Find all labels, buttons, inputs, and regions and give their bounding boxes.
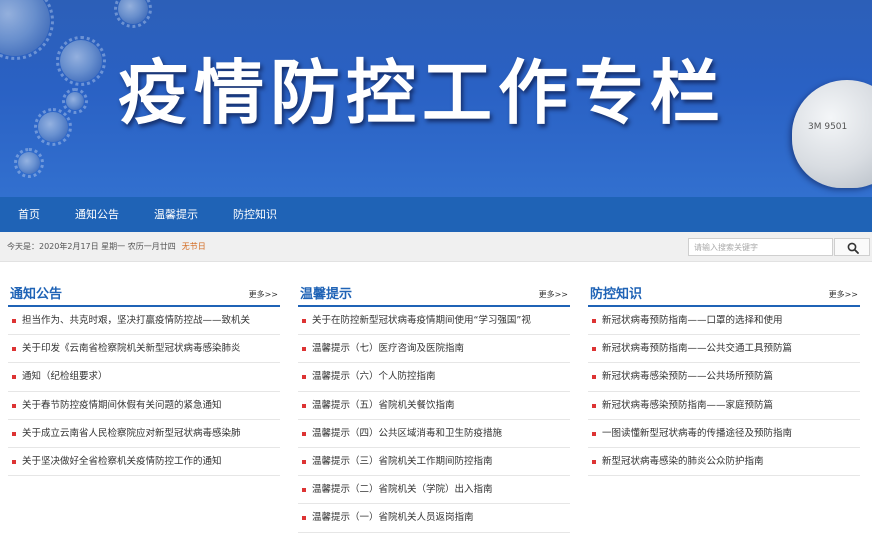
list-item[interactable]: 关于在防控新型冠状病毒疫情期间使用“学习强国”视 [298,307,570,336]
bullet-icon [302,347,306,352]
more-link[interactable]: 更多>> [829,289,858,300]
list-item[interactable]: 关于坚决做好全省检察机关疫情防控工作的通知 [8,448,280,477]
panel-header: 温馨提示 更多>> [298,280,570,307]
bullet-icon [302,431,306,436]
tips-panel: 温馨提示 更多>> 关于在防控新型冠状病毒疫情期间使用“学习强国”视 温馨提示（… [298,280,570,533]
bullet-icon [12,403,16,408]
list-item[interactable]: 担当作为、共克时艰，坚决打赢疫情防控战——致机关 [8,307,280,336]
notices-panel: 通知公告 更多>> 担当作为、共克时艰，坚决打赢疫情防控战——致机关 关于印发《… [8,280,280,477]
list-item[interactable]: 关于春节防控疫情期间休假有关问题的紧急通知 [8,392,280,420]
list-item[interactable]: 新冠状病毒预防指南——口罩的选择和使用 [588,307,860,336]
list-item[interactable]: 温馨提示（五）省院机关餐饮指南 [298,392,570,420]
virus-illustration [114,0,152,28]
list-item[interactable]: 新型冠状病毒感染的肺炎公众防护指南 [588,448,860,477]
virus-illustration [62,88,88,114]
bullet-icon [592,431,596,436]
search-input[interactable] [688,238,833,256]
bullet-icon [302,459,306,464]
more-link[interactable]: 更多>> [539,289,568,300]
bullet-icon [302,319,306,323]
knowledge-panel: 防控知识 更多>> 新冠状病毒预防指南——口罩的选择和使用 新冠状病毒预防指南—… [588,280,860,477]
nav-item-knowledge[interactable]: 防控知识 [233,197,277,232]
page-title: 疫情防控工作专栏 [118,52,726,134]
bullet-icon [12,375,16,380]
info-bar: 今天是：2020年2月17日 星期一 农历一月廿四 无节日 [0,232,872,262]
bullet-icon [302,375,306,380]
list-item[interactable]: 温馨提示（六）个人防控指南 [298,363,570,392]
list-item[interactable]: 新冠状病毒预防指南——公共交通工具预防篇 [588,335,860,364]
search-icon [847,242,859,254]
bullet-icon [12,347,16,352]
nav-item-notices[interactable]: 通知公告 [75,197,119,232]
bullet-icon [12,319,16,323]
more-link[interactable]: 更多>> [249,289,278,300]
tips-list: 关于在防控新型冠状病毒疫情期间使用“学习强国”视 温馨提示（七）医疗咨询及医院指… [298,307,570,533]
list-item[interactable]: 温馨提示（一）省院机关人员返岗指南 [298,504,570,533]
panel-header: 通知公告 更多>> [8,280,280,307]
nav-item-tips[interactable]: 温馨提示 [154,197,198,232]
bullet-icon [592,319,596,323]
date-label: 今天是：2020年2月17日 星期一 农历一月廿四 [7,242,176,251]
list-item[interactable]: 通知（纪检组要求） [8,363,280,392]
list-item[interactable]: 新冠状病毒感染预防——公共场所预防篇 [588,363,860,392]
bullet-icon [592,347,596,352]
nav-item-home[interactable]: 首页 [18,197,40,232]
panel-title: 防控知识 [590,287,643,302]
date-text: 今天是：2020年2月17日 星期一 农历一月廿四 无节日 [7,232,206,262]
list-item[interactable]: 关于印发《云南省检察院机关新型冠状病毒感染肺炎 [8,335,280,364]
list-item[interactable]: 关于成立云南省人民检察院应对新型冠状病毒感染肺 [8,420,280,448]
bullet-icon [12,459,16,464]
list-item[interactable]: 温馨提示（七）医疗咨询及医院指南 [298,335,570,364]
holiday-label: 无节日 [181,242,206,251]
bullet-icon [12,431,16,436]
virus-illustration [56,36,106,86]
bullet-icon [302,488,306,493]
main-nav: 首页 通知公告 温馨提示 防控知识 [0,197,872,232]
bullet-icon [592,459,596,464]
panel-title: 通知公告 [10,287,63,302]
list-item[interactable]: 一图读懂新型冠状病毒的传播途径及预防指南 [588,420,860,448]
search-button[interactable] [834,238,870,256]
bullet-icon [302,403,306,408]
bullet-icon [592,375,596,380]
list-item[interactable]: 温馨提示（三）省院机关工作期间防控指南 [298,448,570,477]
bullet-icon [592,403,596,408]
panel-header: 防控知识 更多>> [588,280,860,307]
virus-illustration [0,0,54,60]
face-mask-illustration: 3M 9501 [792,80,872,188]
panel-title: 温馨提示 [300,287,353,302]
list-item[interactable]: 温馨提示（二）省院机关（学院）出入指南 [298,476,570,505]
bullet-icon [302,516,306,521]
header-banner: 疫情防控工作专栏 3M 9501 [0,0,872,197]
notices-list: 担当作为、共克时艰，坚决打赢疫情防控战——致机关 关于印发《云南省检察院机关新型… [8,307,280,477]
virus-illustration [34,108,72,146]
virus-illustration [14,148,44,178]
mask-label: 3M 9501 [808,122,848,132]
list-item[interactable]: 新冠状病毒感染预防指南——家庭预防篇 [588,392,860,420]
knowledge-list: 新冠状病毒预防指南——口罩的选择和使用 新冠状病毒预防指南——公共交通工具预防篇… [588,307,860,477]
list-item[interactable]: 温馨提示（四）公共区域消毒和卫生防疫措施 [298,420,570,448]
